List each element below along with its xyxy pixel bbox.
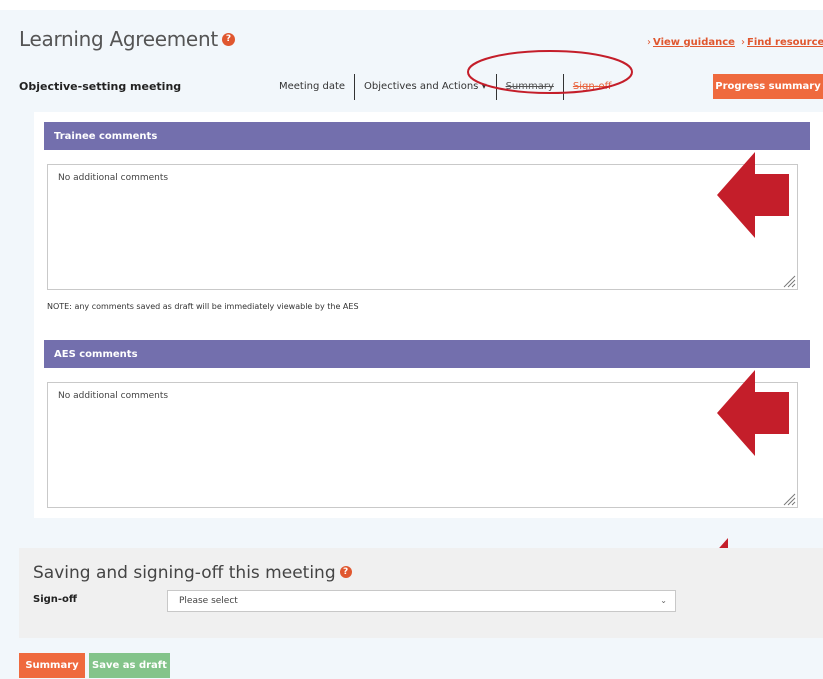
find-resources-link[interactable]: › Find resources (741, 37, 823, 48)
sign-off-select[interactable]: Please select ⌄ (167, 590, 676, 612)
top-band (0, 0, 823, 10)
page-title-text: Learning Agreement (19, 27, 218, 51)
tab-summary[interactable]: Summary (495, 74, 563, 100)
chevron-down-icon: ⌄ (660, 596, 667, 605)
trainee-comments-textarea[interactable] (47, 164, 798, 290)
tab-objectives-and-actions[interactable]: Objectives and Actions ▾ (354, 74, 496, 100)
chevron-right-icon: › (647, 37, 651, 48)
tab-meeting-date[interactable]: Meeting date (270, 74, 354, 100)
save-section-title-text: Saving and signing-off this meeting (33, 563, 336, 583)
trainee-comments-header: Trainee comments (44, 122, 810, 150)
aes-comments-header: AES comments (44, 340, 810, 368)
help-icon[interactable]: ? (221, 33, 235, 46)
page-title: Learning Agreement? (19, 27, 235, 51)
view-guidance-link[interactable]: › View guidance (647, 37, 735, 48)
find-resources-label: Find resources (747, 37, 823, 48)
tab-bar: Meeting date Objectives and Actions ▾ Su… (270, 74, 621, 100)
save-section-title: Saving and signing-off this meeting? (33, 563, 352, 583)
meeting-subtitle: Objective-setting meeting (19, 80, 182, 93)
view-guidance-label: View guidance (653, 37, 735, 48)
save-as-draft-button[interactable]: Save as draft (89, 653, 170, 678)
sign-off-selected-value: Please select (179, 596, 238, 606)
draft-visibility-note: NOTE: any comments saved as draft will b… (47, 302, 359, 311)
sign-off-label: Sign-off (33, 594, 78, 605)
page: Learning Agreement? › View guidance › Find… (0, 0, 823, 679)
chevron-right-icon: › (741, 37, 745, 48)
help-icon[interactable]: ? (339, 566, 352, 578)
aes-comments-textarea[interactable] (47, 382, 798, 508)
summary-button[interactable]: Summary (19, 653, 85, 678)
progress-summary-button[interactable]: Progress summary (713, 74, 823, 99)
tab-sign-off[interactable]: Sign-off (562, 74, 621, 100)
